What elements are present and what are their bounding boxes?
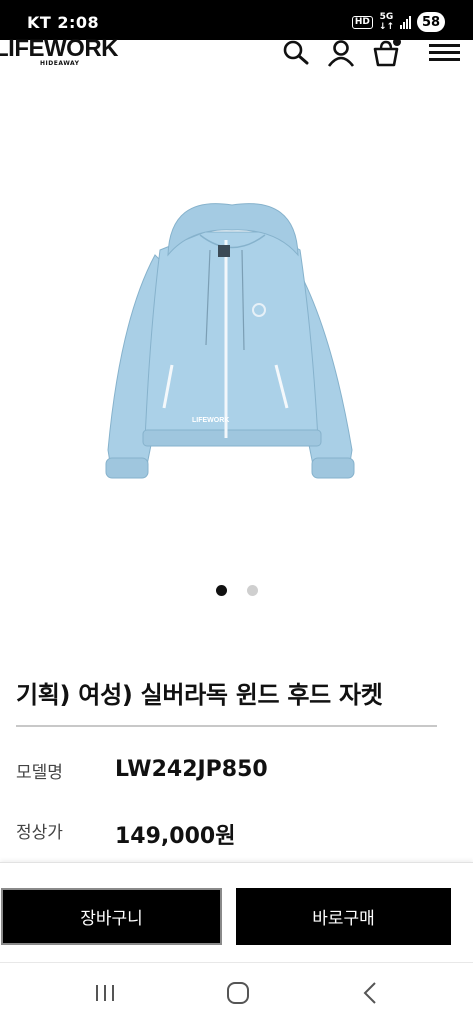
jacket-print-text: LIFEWORK [192,417,229,424]
brand-logo[interactable]: LIFEWORK HIDEAWAY [0,35,118,68]
search-icon [283,40,309,65]
home-icon [227,982,249,1004]
account-button[interactable] [326,40,356,68]
network-type-label: 5G [379,12,394,22]
back-icon [363,982,376,1004]
hd-icon: HD [351,15,373,29]
jacket-image: LIFEWORK [105,203,355,479]
price-value: 149,000원 [115,824,236,849]
network-arrows: ↓↑ [378,22,394,32]
recent-apps-button[interactable] [89,979,123,1007]
shopping-bag-icon [373,38,401,67]
battery-icon: 58 [417,12,445,32]
network-5g-icon: 5G ↓↑ [379,12,394,32]
add-to-cart-button[interactable]: 장바구니 [1,888,222,945]
product-title: 기획) 여성) 실버라독 윈드 후드 자켓 [16,681,383,709]
hamburger-menu-icon [429,44,460,61]
model-value: LW242JP850 [115,757,268,782]
carousel-dot-2[interactable] [246,585,258,596]
purchase-action-bar: 장바구니 바로구매 [0,862,473,962]
title-divider [16,725,437,727]
system-nav-bar [0,963,473,1024]
cart-button[interactable] [371,38,401,68]
logo-subtext: HIDEAWAY [40,60,80,67]
search-button[interactable] [281,40,311,68]
back-button[interactable] [354,979,388,1007]
product-image[interactable]: LIFEWORK [0,150,473,530]
status-bar: KT 2:08 HD 5G ↓↑ 58 [0,0,473,40]
image-carousel-indicator [0,585,473,597]
user-icon [327,40,355,67]
app-header: LIFEWORK HIDEAWAY [0,36,473,76]
model-label: 모델명 [16,763,63,783]
menu-button[interactable] [428,40,460,68]
carousel-dot-1[interactable] [215,585,227,596]
status-icons: HD 5G ↓↑ 58 [351,12,445,32]
logo-text: LIFEWORK [0,35,118,62]
price-label: 정상가 [16,823,63,843]
home-button[interactable] [221,979,255,1007]
recent-apps-icon [96,985,114,1001]
status-time: KT 2:08 [27,13,100,32]
buy-now-button[interactable]: 바로구매 [236,888,451,945]
signal-icon [400,15,411,29]
